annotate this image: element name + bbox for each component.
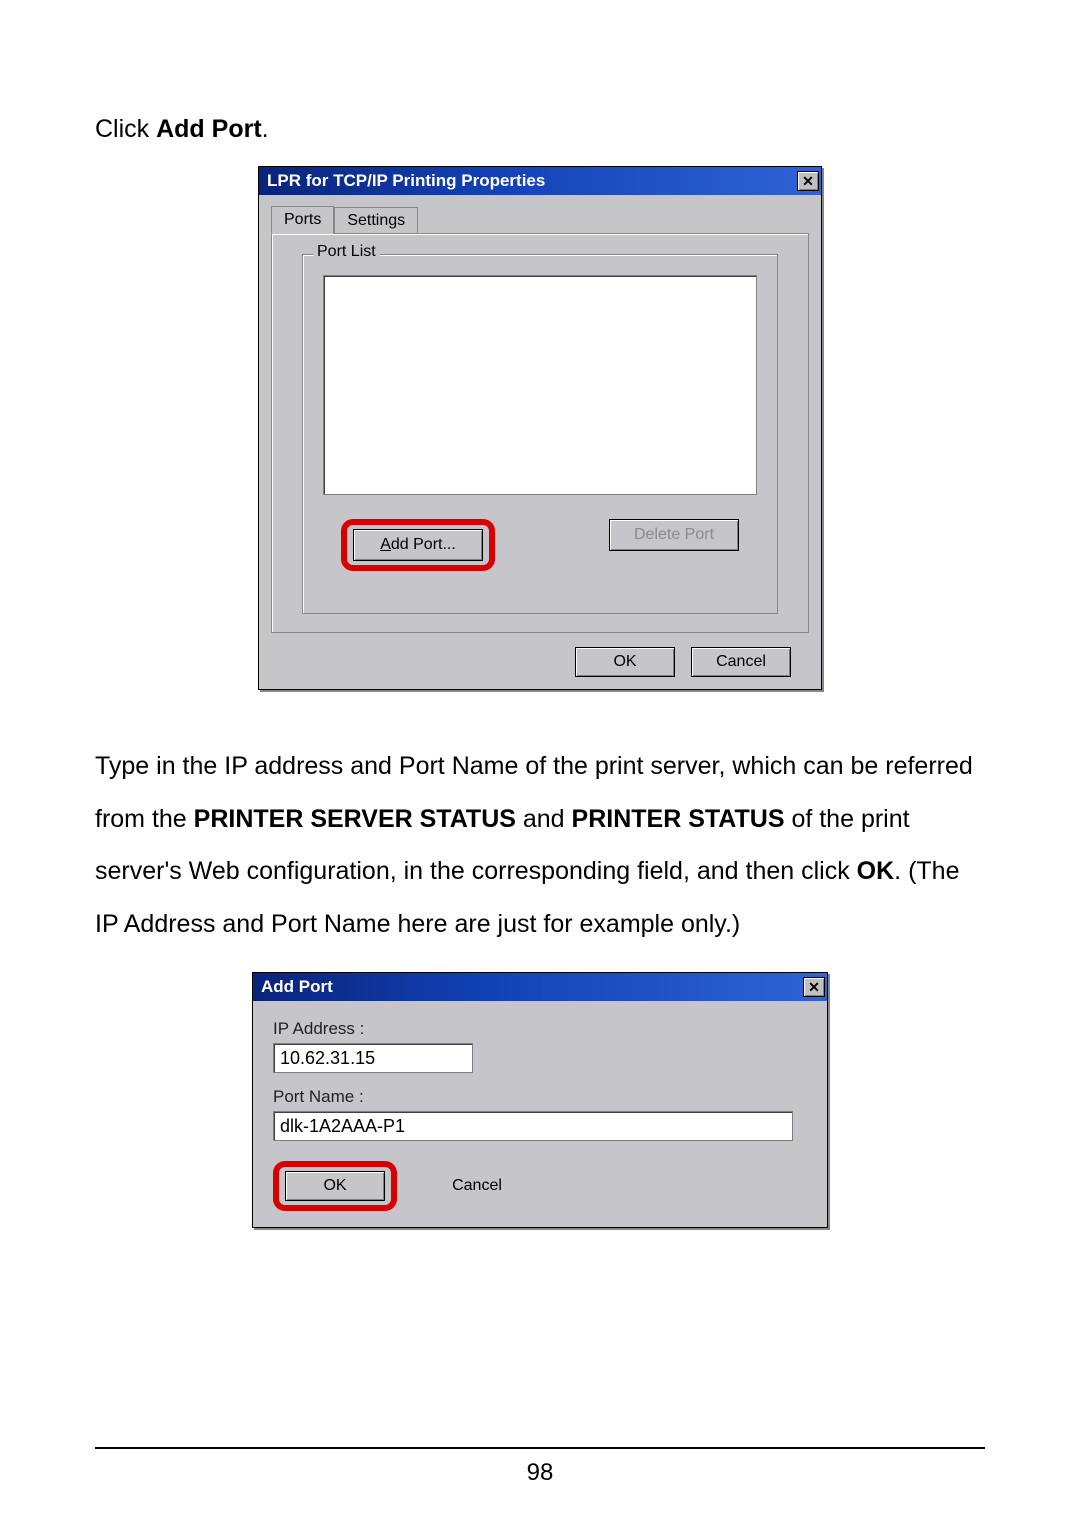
port-list-box[interactable] xyxy=(323,275,757,495)
page-number: 98 xyxy=(0,1459,1080,1487)
close-icon[interactable]: ✕ xyxy=(803,977,825,997)
instr1-prefix: Click xyxy=(95,115,156,143)
dialog1-title: LPR for TCP/IP Printing Properties xyxy=(267,171,545,191)
highlight-ok: OK xyxy=(273,1161,397,1211)
ip-address-label: IP Address : xyxy=(273,1019,807,1039)
dialog2-ok-button[interactable]: OK xyxy=(285,1171,385,1201)
add-port-button[interactable]: Add Port... xyxy=(353,529,483,561)
highlight-add-port: Add Port... xyxy=(341,519,495,571)
ip-address-input[interactable] xyxy=(273,1043,473,1073)
delete-port-button: Delete Port xyxy=(609,519,739,551)
dialog1-titlebar[interactable]: LPR for TCP/IP Printing Properties ✕ xyxy=(259,167,821,195)
tab-strip: Ports Settings xyxy=(271,203,809,233)
instr1-bold: Add Port xyxy=(156,115,262,143)
port-name-input[interactable] xyxy=(273,1111,793,1141)
instr1-suffix: . xyxy=(262,115,269,143)
tab-panel-ports: Port List Add Port... Delete Port xyxy=(271,233,809,633)
dialog1-ok-button[interactable]: OK xyxy=(575,647,675,677)
dialog2-cancel-button[interactable]: Cancel xyxy=(427,1171,527,1201)
lpr-properties-dialog: LPR for TCP/IP Printing Properties ✕ Por… xyxy=(258,166,822,690)
port-list-group: Port List Add Port... Delete Port xyxy=(302,254,778,614)
dialog2-title: Add Port xyxy=(261,977,333,997)
footer-rule xyxy=(95,1447,985,1449)
instruction-line-1: Click Add Port. xyxy=(95,115,985,144)
close-icon[interactable]: ✕ xyxy=(797,171,819,191)
add-port-dialog: Add Port ✕ IP Address : Port Name : OK C… xyxy=(252,972,828,1228)
instruction-paragraph: Type in the IP address and Port Name of … xyxy=(95,740,985,950)
port-list-label: Port List xyxy=(313,243,380,261)
dialog2-titlebar[interactable]: Add Port ✕ xyxy=(253,973,827,1001)
port-name-label: Port Name : xyxy=(273,1087,807,1107)
tab-settings[interactable]: Settings xyxy=(334,207,418,234)
dialog1-cancel-button[interactable]: Cancel xyxy=(691,647,791,677)
tab-ports[interactable]: Ports xyxy=(271,206,334,234)
